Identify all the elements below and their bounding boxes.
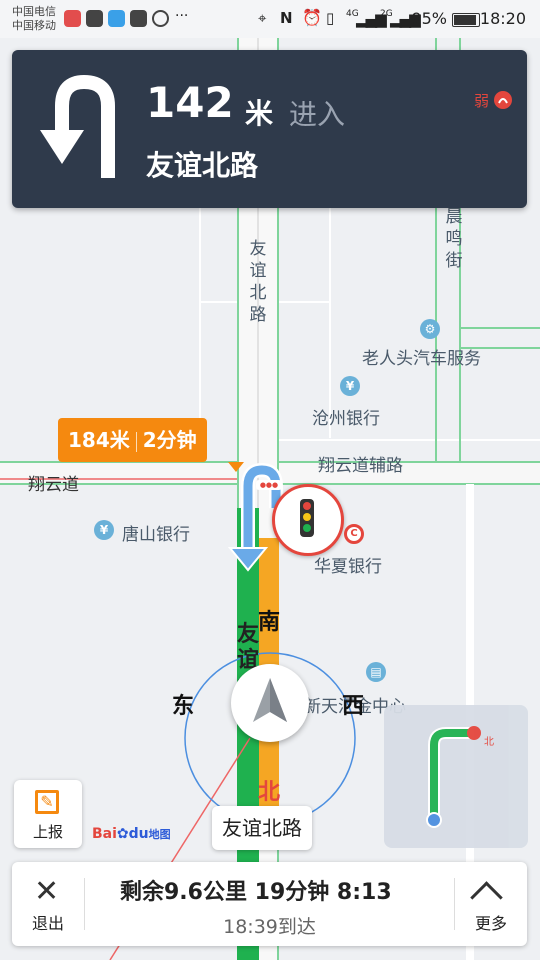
- bank-icon: ¥: [340, 376, 360, 396]
- poi-cangzhou-bank: 沧州银行: [312, 409, 380, 429]
- carrier-1: 中国电信: [12, 5, 56, 18]
- car-position-icon[interactable]: [231, 664, 309, 742]
- navigation-app-icon: [130, 10, 147, 27]
- gps-signal-text: 弱: [473, 92, 489, 110]
- nfc-icon: N: [280, 9, 293, 27]
- battery-percent: 95%: [411, 9, 447, 28]
- compass-south: 南: [258, 610, 281, 635]
- microphone-app-icon: [64, 10, 81, 27]
- status-bar: 中国电信 中国移动 ··· ⌖ N ⏰ ▯ 4G ▂▄▆ 2G ▂▄▆ 95% …: [0, 0, 540, 38]
- close-icon: ✕: [34, 874, 60, 909]
- compass-east: 东: [172, 694, 195, 719]
- poi-huaxia-bank: 华夏银行: [314, 557, 382, 577]
- turn-instruction-card[interactable]: 142 米 进入 友谊北路 弱: [12, 50, 527, 208]
- car-service-icon: ⚙: [420, 319, 440, 339]
- road-label-youyi: 友谊北路: [249, 239, 267, 325]
- next-road: 友谊北路: [146, 149, 259, 182]
- compass-west: 西: [342, 694, 365, 719]
- battery-icon: [452, 13, 480, 27]
- report-button[interactable]: ✎ 上报: [14, 780, 82, 848]
- road-label-chenming: 晨鸣街: [445, 207, 463, 271]
- tooltip-pointer: [228, 462, 244, 472]
- turn-distance: 142: [146, 78, 234, 127]
- more-button[interactable]: 更多: [455, 862, 527, 946]
- u-turn-left-icon: [40, 74, 115, 178]
- report-label: 上报: [32, 823, 63, 841]
- route-overview-minimap[interactable]: 北: [384, 705, 528, 848]
- edit-icon: ✎: [35, 790, 59, 814]
- more-notifications-icon: ···: [175, 8, 189, 24]
- chevron-up-icon: [470, 881, 503, 914]
- compass-north: 北: [258, 780, 281, 805]
- distance-unit: 米: [245, 97, 274, 130]
- road-label-xiangyun-aux: 翔云道辅路: [318, 456, 403, 476]
- arrival-time: 18:39到达: [223, 916, 316, 938]
- traffic-light-icon: [272, 484, 344, 556]
- location-icon: ⌖: [258, 9, 267, 27]
- paw-icon: ✿: [116, 826, 129, 842]
- road-label-xiangyun: 翔云道: [28, 475, 79, 495]
- gps-weak-signal-icon: [494, 91, 512, 109]
- navigation-bottom-bar: ✕ 退出 剩余9.6公里 19分钟 8:13 18:39到达 更多: [12, 862, 527, 946]
- svg-text:北: 北: [484, 736, 494, 748]
- more-label: 更多: [474, 914, 507, 933]
- carrier-2: 中国移动: [12, 19, 56, 32]
- poi-tangshan-bank: 唐山银行: [122, 525, 190, 545]
- traffic-light-distance-tooltip: 184米 2分钟: [58, 418, 207, 462]
- clock: 18:20: [479, 9, 526, 28]
- bank-icon: ¥: [94, 520, 114, 540]
- poi-car-service: 老人头汽车服务: [362, 349, 481, 369]
- building-icon: ▤: [366, 662, 386, 682]
- turn-action: 进入: [289, 98, 346, 131]
- message-app-icon: [86, 10, 103, 27]
- mini-traffic-light-icon: ●●●: [256, 480, 282, 490]
- baidu-map-logo: Bai✿du地图: [92, 826, 171, 842]
- current-road-label: 友谊北路: [212, 806, 312, 850]
- loading-icon: [152, 10, 169, 27]
- remaining-distance-time: 剩余9.6公里 19分钟 8:13: [120, 880, 392, 905]
- vibrate-icon: ▯: [326, 9, 335, 27]
- huaxia-bank-logo-icon: C: [344, 524, 364, 544]
- play-app-icon: [108, 10, 125, 27]
- alarm-icon: ⏰: [302, 8, 322, 27]
